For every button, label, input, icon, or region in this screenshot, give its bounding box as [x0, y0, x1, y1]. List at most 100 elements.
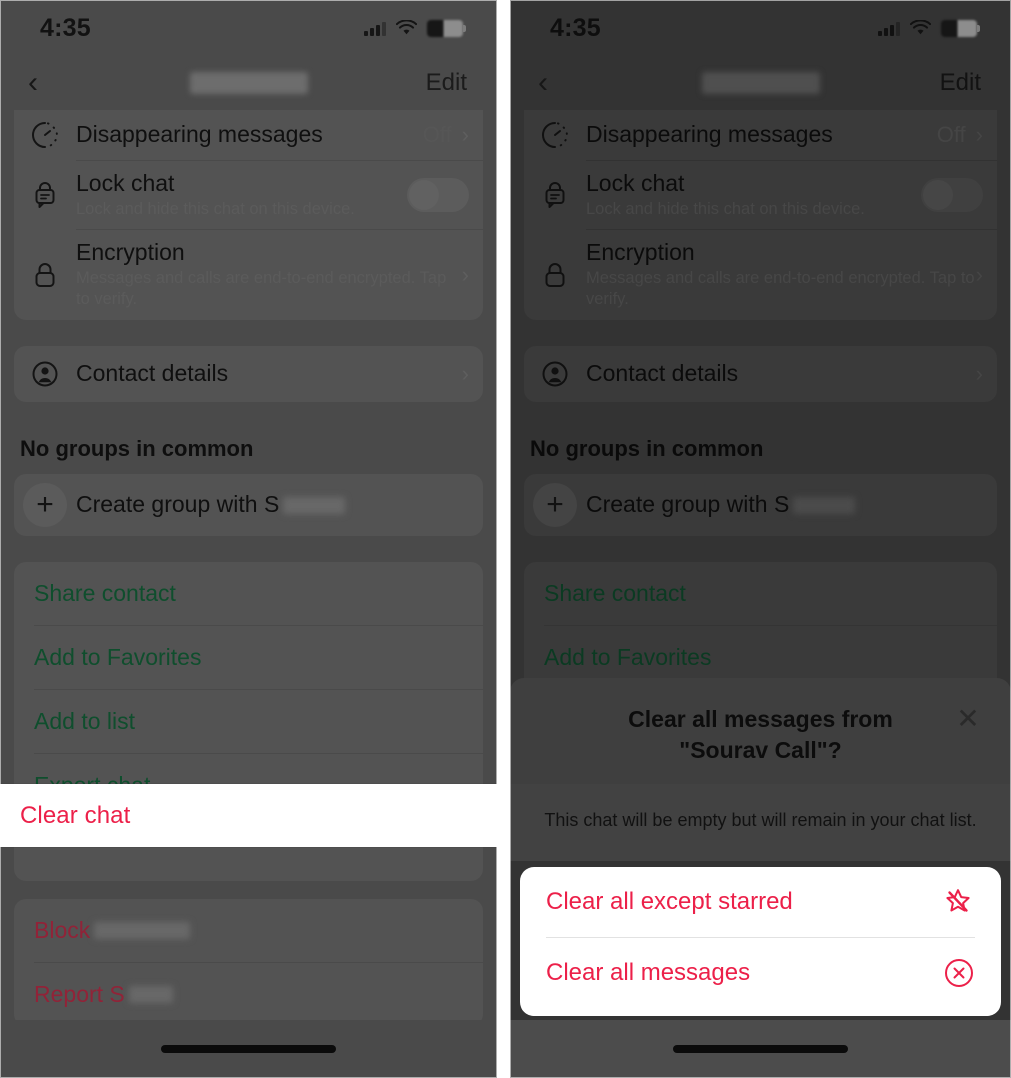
row-title: Lock chat [76, 170, 175, 196]
row-disappearing-messages[interactable]: Disappearing messages Off › [524, 110, 997, 160]
row-subtitle: Lock and hide this chat on this device. [76, 200, 355, 219]
action-report-label: Report S [34, 980, 125, 1007]
row-disappearing-messages[interactable]: Disappearing messages Off › [14, 110, 483, 160]
star-slash-icon [941, 885, 975, 919]
lock-chat-toggle[interactable] [407, 178, 469, 213]
create-group-name-partial: S [773, 491, 790, 518]
home-indicator-area [0, 1020, 497, 1078]
block-report-card: Block Report S [14, 898, 483, 1020]
padlock-icon [524, 260, 586, 290]
status-bar: 4:35 [510, 0, 1011, 56]
back-chevron-icon[interactable]: ‹ [526, 66, 560, 100]
sheet-item-label: Clear all messages [546, 959, 751, 986]
alert-title: Clear all messages from "Sourav Call"? [510, 700, 1011, 784]
chevron-right-icon: › [461, 122, 469, 147]
row-body: Contact details [586, 351, 976, 396]
create-group-name-partial: S [263, 491, 280, 518]
status-time: 4:35 [40, 13, 91, 42]
contact-avatar-icon [14, 359, 76, 389]
screen-left: 4:35 ‹ Edit Disappearing messages Off › … [0, 0, 497, 1078]
row-trailing [407, 178, 469, 213]
row-lock-chat[interactable]: Lock chat Lock and hide this chat on thi… [524, 161, 997, 229]
contact-avatar-icon [524, 359, 586, 389]
action-add-to-favorites[interactable]: Add to Favorites [14, 626, 483, 689]
nav-title-redacted [701, 72, 820, 94]
action-report[interactable]: Report S [14, 963, 483, 1020]
nav-title-redacted [189, 72, 308, 94]
row-create-group[interactable]: + Create group with S [524, 474, 997, 536]
row-subtitle: Messages and calls are end-to-end encryp… [586, 269, 975, 309]
edit-button[interactable]: Edit [940, 69, 981, 97]
row-create-group[interactable]: + Create group with S [14, 474, 483, 536]
clear-chat-highlight[interactable]: Clear chat [0, 784, 497, 847]
row-contact-details[interactable]: Contact details › [14, 346, 483, 402]
action-sheet: Clear all except starred Clear all messa… [520, 867, 1001, 1016]
row-encryption[interactable]: Encryption Messages and calls are end-to… [14, 230, 483, 319]
row-trailing: Off › [937, 122, 983, 148]
toggle-knob [923, 180, 953, 211]
action-block[interactable]: Block [14, 899, 483, 962]
redacted-name [128, 985, 173, 1003]
row-trailing: › [975, 360, 983, 386]
contact-details-card: Contact details › [14, 345, 483, 402]
chevron-right-icon: › [975, 261, 983, 287]
chevron-right-icon: › [975, 360, 983, 386]
chevron-right-icon: › [461, 261, 469, 287]
plus-icon: + [14, 482, 76, 527]
home-indicator-area [510, 1020, 1011, 1078]
row-body: Disappearing messages [586, 112, 937, 157]
action-clear-chat-label: Clear chat [20, 801, 131, 829]
create-group-label: Create group with [586, 491, 774, 518]
nav-bar: ‹ Edit [510, 56, 1011, 110]
row-encryption[interactable]: Encryption Messages and calls are end-to… [524, 230, 997, 319]
create-group-card: + Create group with S [14, 473, 483, 536]
groups-section-header: No groups in common [20, 435, 254, 461]
timer-icon [524, 120, 586, 150]
sheet-item-clear-except-starred[interactable]: Clear all except starred [520, 867, 1001, 937]
row-body: Contact details [76, 351, 462, 396]
battery-icon [427, 19, 466, 37]
row-contact-details[interactable]: Contact details › [524, 346, 997, 402]
row-title: Create group with S [76, 491, 469, 518]
alert-card: ✕ Clear all messages from "Sourav Call"?… [510, 677, 1011, 861]
plus-icon: + [524, 482, 586, 527]
back-chevron-icon[interactable]: ‹ [16, 66, 50, 100]
create-group-card: + Create group with S [524, 473, 997, 536]
row-title: Disappearing messages [586, 121, 833, 148]
wifi-icon [396, 20, 417, 36]
timer-icon [14, 120, 76, 150]
status-bar: 4:35 [0, 0, 497, 56]
edit-button[interactable]: Edit [426, 69, 467, 97]
row-trailing: › [461, 261, 469, 287]
row-lock-chat[interactable]: Lock chat Lock and hide this chat on thi… [14, 161, 483, 229]
redacted-name [94, 921, 191, 939]
disappearing-value: Off [936, 122, 966, 147]
row-body: Disappearing messages [76, 112, 423, 157]
action-share-contact[interactable]: Share contact [524, 562, 997, 625]
privacy-settings-card: Disappearing messages Off › Lock chat Lo… [524, 110, 997, 320]
privacy-settings-card: Disappearing messages Off › Lock chat Lo… [14, 110, 483, 320]
cellular-signal-icon [364, 21, 386, 36]
close-x-icon[interactable]: ✕ [953, 704, 983, 734]
row-title: Contact details [586, 360, 739, 387]
chevron-right-icon: › [975, 122, 983, 147]
lock-chat-toggle[interactable] [921, 178, 983, 213]
row-body: Encryption Messages and calls are end-to… [76, 230, 462, 319]
redacted-name [793, 497, 856, 515]
action-share-contact[interactable]: Share contact [14, 562, 483, 625]
home-indicator [673, 1045, 848, 1053]
padlock-icon [14, 260, 76, 290]
clear-chat-row[interactable]: Clear chat [0, 802, 497, 830]
toggle-knob [409, 180, 439, 211]
sheet-item-clear-all-messages[interactable]: Clear all messages [520, 938, 1001, 1008]
row-trailing: › [975, 261, 983, 287]
battery-icon [941, 19, 980, 37]
alert-title-line2: "Sourav Call"? [679, 736, 842, 763]
create-group-label: Create group with [76, 491, 264, 518]
cellular-signal-icon [878, 21, 900, 36]
action-add-to-list[interactable]: Add to list [14, 690, 483, 753]
